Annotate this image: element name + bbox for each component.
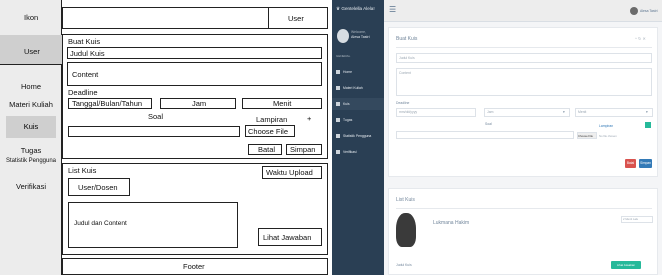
check-icon — [336, 150, 340, 155]
nav-item-tugas[interactable]: Tugas — [332, 114, 384, 126]
wireframe-deadline-label: Deadline — [68, 88, 98, 97]
date-value: mm/dd/yyyy — [399, 110, 418, 114]
wireframe-judul-label: Judul Kuis — [70, 49, 105, 58]
menit-select[interactable] — [575, 108, 653, 117]
wireframe-sidebar-verifikasi[interactable]: Verifikasi — [0, 182, 62, 191]
wireframe-footer-label: Footer — [183, 262, 205, 271]
wireframe-sidebar-statistik[interactable]: Statistik Pengguna — [0, 158, 62, 165]
wireframe-waktu-upload-label: Waktu Upload — [266, 168, 313, 177]
app-topbar: ☰ Alesa Tastri — [384, 0, 662, 22]
panel-controls[interactable]: ^ ↻ ✕ — [635, 36, 646, 41]
wireframe-jam-label: Jam — [192, 99, 207, 108]
wireframe-sidebar: Ikon User Home Materi Kuliah Kuis Tugas … — [0, 0, 62, 275]
nav-item-materi[interactable]: Materi Kuliah — [332, 82, 384, 94]
home-icon — [336, 70, 340, 75]
wireframe-header-user-label: User — [288, 14, 304, 23]
wireframe-sidebar-materi[interactable]: Materi Kuliah — [0, 100, 62, 109]
wireframe-judul-input[interactable] — [67, 47, 322, 59]
buat-kuis-title: Buat Kuis — [396, 36, 418, 42]
menit-value: Menit — [578, 110, 587, 114]
wireframe-icon-label: Ikon — [24, 13, 39, 22]
wireframe-soal-label: Soal — [148, 112, 164, 121]
wireframe-sidebar-home[interactable]: Home — [0, 82, 62, 91]
wireframe-tanggal-label: Tanggal/Bulan/Tahun — [72, 99, 143, 108]
author-name: Lukmana Hakim — [433, 220, 470, 226]
nav-section-label: GENERAL — [336, 54, 351, 58]
chart-icon — [336, 134, 340, 139]
add-lampiran-icon[interactable] — [645, 122, 651, 128]
app-brand[interactable]: ♛ Gentelella Alela! — [336, 6, 375, 12]
book-icon — [336, 86, 340, 91]
wireframe-user-label: User — [24, 47, 40, 56]
nav-item-verifikasi[interactable]: Verifikasi — [332, 146, 384, 158]
wireframe-batal-label: Batal — [258, 145, 276, 154]
no-file-text: No file chosen — [599, 134, 617, 138]
wireframe-plus-icon[interactable]: + — [307, 115, 311, 123]
app-screenshot: ♛ Gentelella Alela! Welcome, Alesa Tastr… — [332, 0, 662, 275]
wireframe-choose-file-label: Choose File — [248, 127, 289, 136]
list-kuis-title: List Kuis — [396, 197, 415, 203]
top-user-avatar[interactable] — [630, 7, 638, 15]
choose-file-label: Choose File — [578, 134, 593, 138]
profile-avatar — [337, 29, 349, 43]
nav-item-statistik[interactable]: Statistik Pengguna — [332, 130, 384, 142]
jam-value: Jam — [487, 110, 494, 114]
wireframe-user-dosen-label: User/Dosen — [78, 183, 118, 192]
list-kuis-panel: List Kuis Lukmana Hakim 2 Menit Lalu Jud… — [388, 188, 658, 275]
deadline-label: Deadline — [396, 101, 410, 105]
wireframe-menit-label: Menit — [273, 99, 292, 108]
top-user-name[interactable]: Alesa Tastri — [640, 9, 657, 13]
wireframe-sidebar-tugas[interactable]: Tugas — [0, 146, 62, 155]
wireframe-content-input[interactable] — [67, 62, 322, 86]
judul-kuis-input[interactable] — [396, 53, 652, 63]
content-placeholder: Content — [399, 71, 411, 75]
nav-item-home[interactable]: Home — [332, 66, 384, 78]
wireframe-list-kuis-title: List Kuis — [68, 166, 97, 175]
buat-kuis-panel: Buat Kuis ^ ↻ ✕ Judul Kuis Content Deadl… — [388, 27, 658, 177]
menu-toggle-icon[interactable]: ☰ — [389, 5, 396, 14]
wireframe-judul-content-label: Judul dan Content — [74, 220, 127, 227]
wireframe-lampiran-label: Lampiran — [256, 115, 288, 124]
app-sidebar: ♛ Gentelella Alela! Welcome, Alesa Tastr… — [332, 0, 384, 275]
profile-name: Alesa Tastri — [351, 35, 370, 39]
wireframe-soal-input[interactable] — [68, 126, 240, 137]
lihat-jawaban-button[interactable]: Lihat Jawaban — [611, 261, 641, 269]
soal-input[interactable] — [396, 131, 574, 139]
wireframe-buat-kuis-title: Buat Kuis — [68, 37, 101, 46]
wireframe-panel: Ikon User Home Materi Kuliah Kuis Tugas … — [0, 0, 330, 275]
judul-kuis-placeholder: Judul Kuis — [399, 56, 415, 60]
clipboard-icon — [336, 118, 340, 123]
author-photo — [396, 213, 416, 247]
batal-button[interactable]: Batal — [625, 159, 636, 168]
wireframe-content-label: Content — [72, 70, 99, 79]
jam-chevron-down-icon: ▾ — [563, 110, 565, 114]
wireframe-lihat-jawaban-label: Lihat Jawaban — [263, 233, 312, 242]
welcome-text: Welcome, — [351, 30, 367, 34]
soal-label: Soal — [485, 122, 492, 126]
menit-chevron-down-icon: ▾ — [646, 110, 648, 114]
time-text: 2 Menit Lalu — [623, 217, 639, 221]
list-judul-kuis: Judul Kuis — [396, 263, 412, 267]
panel-divider — [396, 47, 652, 48]
wireframe-sidebar-kuis[interactable]: Kuis — [6, 116, 56, 138]
lampiran-label: Lampiran — [599, 124, 614, 128]
wireframe-simpan-label: Simpan — [290, 145, 316, 154]
content-textarea[interactable] — [396, 68, 652, 96]
simpan-button[interactable]: Simpan — [639, 159, 652, 168]
list-divider — [396, 208, 652, 209]
jam-select[interactable] — [484, 108, 570, 117]
edit-icon — [336, 102, 340, 107]
nav-item-kuis[interactable]: Kuis — [332, 98, 384, 110]
